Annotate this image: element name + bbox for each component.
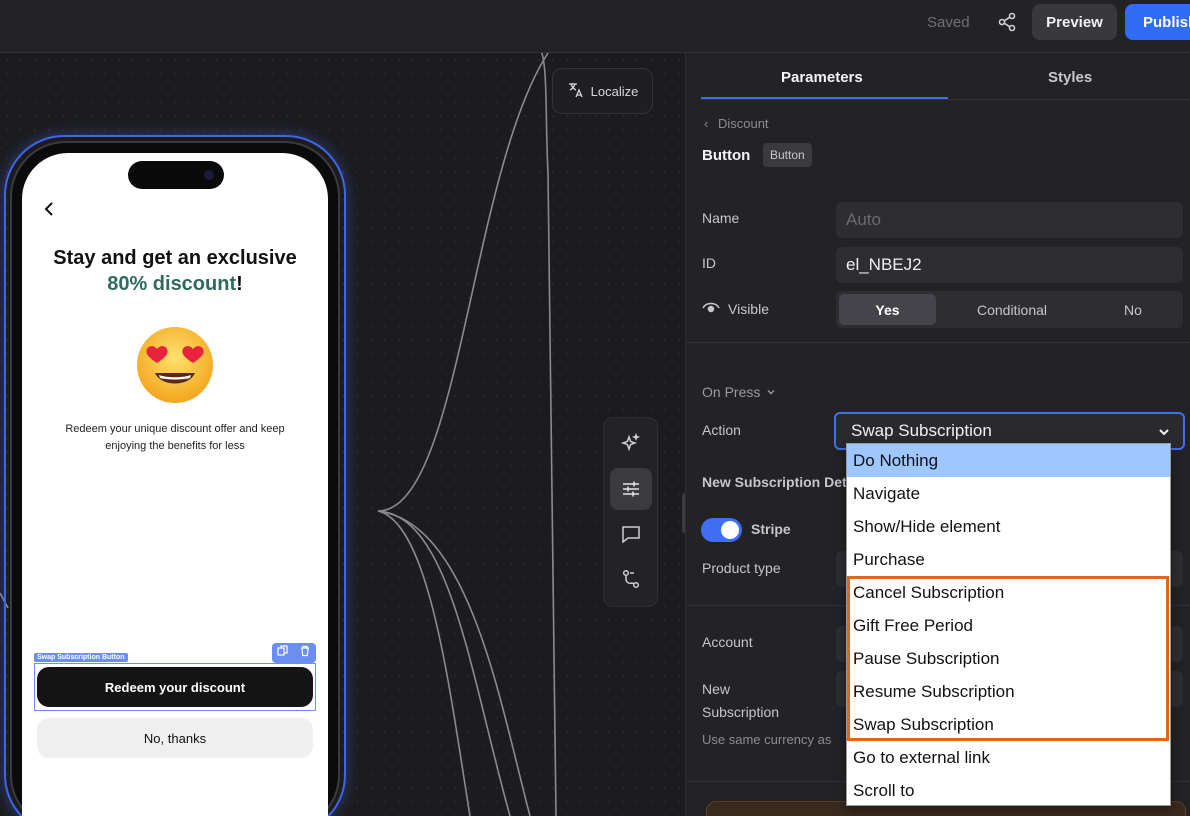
offer-headline: Stay and get an exclusive 80% discount! <box>22 245 328 297</box>
heart-eyes-emoji-icon <box>135 325 215 405</box>
offer-body-text: Redeem your unique discount offer and ke… <box>65 423 285 452</box>
headline-suffix: ! <box>236 273 243 295</box>
redeem-discount-button[interactable]: Redeem your discount <box>37 667 313 707</box>
new-subscription-label: New Subscription <box>702 678 779 724</box>
selection-actions <box>272 643 316 663</box>
localize-label: Localize <box>590 83 639 99</box>
dropdown-option-resume-subscription[interactable]: Resume Subscription <box>847 675 1170 708</box>
tool-rail <box>603 417 658 607</box>
visibility-segmented-control: Yes Conditional No <box>836 291 1183 328</box>
visible-label: Visible <box>728 300 769 317</box>
headline-line-1: Stay and get an exclusive <box>53 247 297 269</box>
section-divider <box>686 342 1190 343</box>
dropdown-option-go-to-external-link[interactable]: Go to external link <box>847 741 1170 774</box>
dropdown-option-purchase[interactable]: Purchase <box>847 543 1170 576</box>
comment-icon[interactable] <box>610 513 652 555</box>
new-subscription-label-line-2: Subscription <box>702 704 780 720</box>
dropdown-option-swap-subscription[interactable]: Swap Subscription <box>847 708 1170 741</box>
dropdown-option-navigate[interactable]: Navigate <box>847 477 1170 510</box>
sparkle-icon[interactable] <box>610 423 652 465</box>
visible-conditional-option[interactable]: Conditional <box>942 294 1082 325</box>
localize-button[interactable]: Localize <box>552 68 653 114</box>
breadcrumb-label: Discount <box>717 116 769 131</box>
translate-icon <box>567 81 585 102</box>
breadcrumb[interactable]: ‹ Discount <box>704 116 769 131</box>
new-subscription-section-title: New Subscription Det <box>702 474 847 490</box>
product-type-label: Product type <box>702 560 781 576</box>
action-select-value: Swap Subscription <box>851 421 992 440</box>
chevron-down-icon <box>1157 424 1171 444</box>
dropdown-option-do-nothing[interactable]: Do Nothing <box>847 444 1170 477</box>
stripe-toggle[interactable] <box>701 518 742 542</box>
chevron-left-icon: ‹ <box>704 116 709 131</box>
publish-button[interactable]: Publish <box>1125 4 1190 40</box>
active-tab-indicator <box>701 97 948 99</box>
new-subscription-label-line-1: New <box>702 681 731 697</box>
element-title: Button <box>702 147 751 164</box>
on-press-label: On Press <box>702 384 761 400</box>
eye-icon <box>702 300 720 317</box>
delete-icon[interactable] <box>299 644 311 662</box>
tab-styles[interactable]: Styles <box>1048 69 1092 86</box>
stripe-label: Stripe <box>751 521 791 537</box>
selection-tag: Swap Subscription Button <box>34 653 128 662</box>
id-label: ID <box>702 255 716 271</box>
dropdown-option-show-hide-element[interactable]: Show/Hide element <box>847 510 1170 543</box>
dropdown-option-scroll-to[interactable]: Scroll to <box>847 774 1170 807</box>
branch-icon[interactable] <box>610 558 652 600</box>
element-type-badge: Button <box>763 143 812 167</box>
tab-parameters[interactable]: Parameters <box>781 69 863 86</box>
action-label: Action <box>702 422 741 438</box>
phone-screen[interactable]: Stay and get an exclusive 80% discount! <box>22 153 328 816</box>
visible-no-option[interactable]: No <box>1086 294 1180 325</box>
share-icon[interactable] <box>995 10 1019 34</box>
dropdown-option-pause-subscription[interactable]: Pause Subscription <box>847 642 1170 675</box>
dropdown-option-cancel-subscription[interactable]: Cancel Subscription <box>847 576 1170 609</box>
sliders-icon[interactable] <box>610 468 652 510</box>
editor-canvas[interactable]: Localize Stay and get an exclusive 80% d… <box>0 53 685 816</box>
currency-note: Use same currency as <box>702 732 832 747</box>
headline-accent: 80% discount <box>107 273 237 295</box>
id-field[interactable]: el_NBEJ2 <box>836 247 1183 283</box>
no-thanks-button[interactable]: No, thanks <box>37 718 313 758</box>
save-status: Saved <box>927 14 970 31</box>
duplicate-icon[interactable] <box>277 644 289 662</box>
visible-yes-option[interactable]: Yes <box>839 294 936 325</box>
tabs-divider <box>701 99 1190 100</box>
dropdown-option-gift-free-period[interactable]: Gift Free Period <box>847 609 1170 642</box>
preview-button[interactable]: Preview <box>1032 4 1117 40</box>
account-label: Account <box>702 634 753 650</box>
top-bar: Saved Preview Publish <box>0 0 1190 53</box>
dynamic-island <box>128 161 224 189</box>
name-label: Name <box>702 210 740 226</box>
action-dropdown-list: Do Nothing Navigate Show/Hide element Pu… <box>846 443 1171 806</box>
back-chevron-icon[interactable] <box>40 199 60 219</box>
name-field[interactable]: Auto <box>836 202 1183 238</box>
chevron-down-icon <box>766 384 776 400</box>
phone-frame: Stay and get an exclusive 80% discount! <box>10 141 340 816</box>
on-press-header[interactable]: On Press <box>702 384 776 400</box>
visible-label-row: Visible <box>702 300 769 317</box>
